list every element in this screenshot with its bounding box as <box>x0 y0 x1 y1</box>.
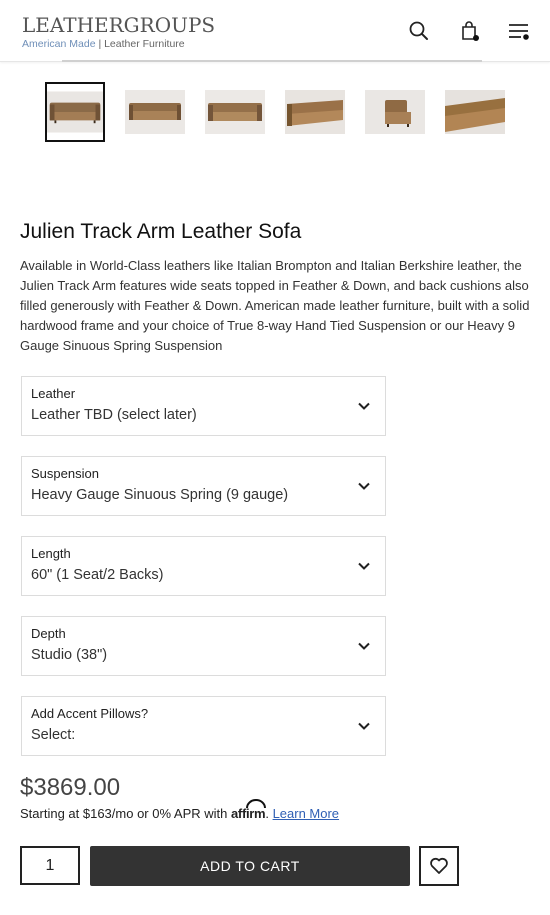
menu-icon[interactable] <box>506 18 532 44</box>
sofa-side-image <box>365 90 425 134</box>
chevron-down-icon <box>358 722 370 730</box>
length-select[interactable]: Length 60" (1 Seat/2 Backs) <box>21 536 386 596</box>
wishlist-button[interactable] <box>419 846 459 886</box>
hero-image-edge <box>62 60 482 62</box>
accent-pillows-select[interactable]: Add Accent Pillows? Select: <box>21 696 386 756</box>
site-header: LEATHERGROUPS American Made | Leather Fu… <box>0 0 550 62</box>
length-select-label: Length <box>31 546 71 561</box>
quantity-input[interactable]: 1 <box>20 846 80 885</box>
financing-line: Starting at $163/mo or 0% APR with affir… <box>20 799 339 821</box>
affirm-arc-icon <box>246 799 266 809</box>
learn-more-link[interactable]: Learn More <box>273 806 339 821</box>
accent-pillows-select-value: Select: <box>31 727 76 743</box>
chevron-down-icon <box>358 642 370 650</box>
add-to-cart-button[interactable]: ADD TO CART <box>90 846 410 886</box>
thumbnail-6[interactable] <box>445 82 505 142</box>
depth-select-value: Studio (38") <box>31 647 108 663</box>
chevron-down-icon <box>358 482 370 490</box>
suspension-select-value: Heavy Gauge Sinuous Spring (9 gauge) <box>31 487 289 503</box>
suspension-select-label: Suspension <box>31 466 99 481</box>
logo-wordmark: LEATHERGROUPS <box>22 13 216 37</box>
financing-text: Starting at $163/mo or 0% APR with <box>20 806 231 821</box>
thumbnail-5[interactable] <box>365 82 425 142</box>
depth-select-label: Depth <box>31 626 66 641</box>
logo-tagline-accent: American Made <box>22 38 96 50</box>
product-title: Julien Track Arm Leather Sofa <box>20 220 302 243</box>
sofa-front-image <box>47 91 103 133</box>
depth-select[interactable]: Depth Studio (38") <box>21 616 386 676</box>
affirm-logo: affirm <box>231 799 266 821</box>
chevron-down-icon <box>358 562 370 570</box>
search-icon[interactable] <box>406 18 432 44</box>
suspension-select[interactable]: Suspension Heavy Gauge Sinuous Spring (9… <box>21 456 386 516</box>
sofa-perspective-image <box>285 90 345 134</box>
thumbnail-4[interactable] <box>285 82 345 142</box>
logo-tagline-rest: | Leather Furniture <box>95 38 185 50</box>
leather-select-value: Leather TBD (select later) <box>31 407 197 423</box>
sofa-angle-image <box>125 90 185 134</box>
shopping-bag-icon[interactable] <box>457 18 483 44</box>
leather-select-label: Leather <box>31 386 76 401</box>
thumbnail-3[interactable] <box>205 82 265 142</box>
product-description: Available in World-Class leathers like I… <box>20 258 530 353</box>
logo-tagline: American Made | Leather Furniture <box>22 37 215 51</box>
heart-icon <box>430 857 448 874</box>
length-select-value: 60" (1 Seat/2 Backs) <box>31 567 164 583</box>
thumbnail-strip <box>45 82 515 144</box>
site-logo[interactable]: LEATHERGROUPS American Made | Leather Fu… <box>22 14 215 51</box>
chevron-down-icon <box>358 402 370 410</box>
sofa-detail-image <box>445 90 505 134</box>
sofa-front-image <box>205 90 265 134</box>
accent-pillows-select-label: Add Accent Pillows? <box>31 706 149 721</box>
thumbnail-2[interactable] <box>125 82 185 142</box>
leather-select[interactable]: Leather Leather TBD (select later) <box>21 376 386 436</box>
product-price: $3869.00 <box>20 774 121 801</box>
thumbnail-1[interactable] <box>45 82 105 142</box>
